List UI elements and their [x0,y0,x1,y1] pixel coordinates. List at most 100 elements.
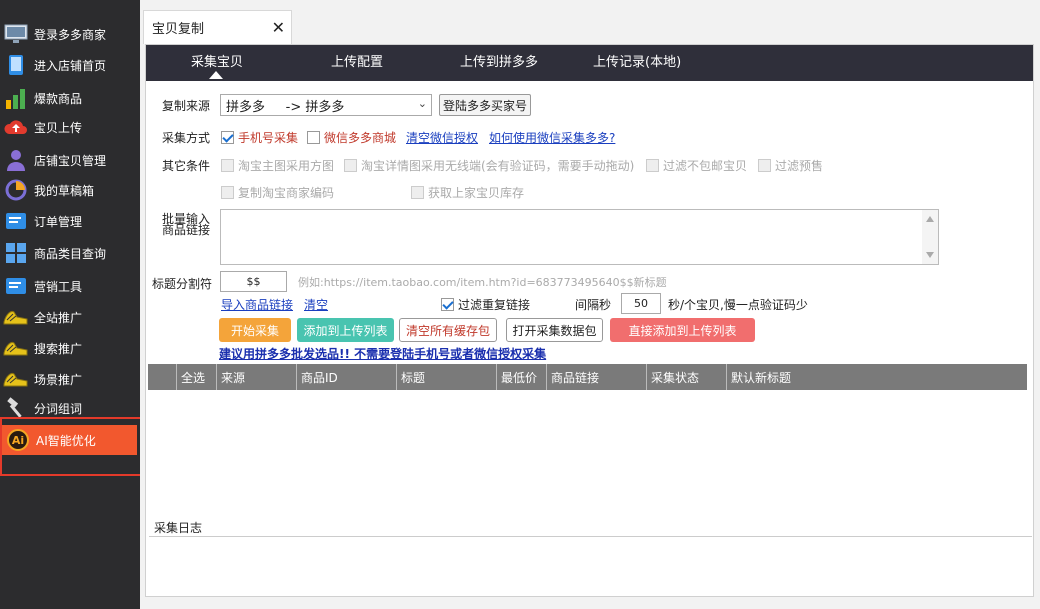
login-buyer-button[interactable]: 登陆多多买家号 [439,94,531,116]
filter-no-free-shipping-checkbox[interactable]: 过滤不包邮宝贝 [646,157,747,174]
source-select[interactable]: 拼多多 -> 拼多多 ⌄ [220,94,432,116]
sidebar-item-label: AI智能优化 [36,433,96,448]
header-select-all[interactable]: 全选 [176,364,216,390]
tab-title: 宝贝复制 [152,22,205,37]
interval-note: 秒/个宝贝,慢一点验证码少 [668,298,808,312]
cloud-upload-icon [3,114,29,140]
scrollbar[interactable] [922,210,938,264]
interval-input[interactable]: 50 [621,293,661,314]
header-source[interactable]: 来源 [216,364,296,390]
header-min-price[interactable]: 最低价 [496,364,546,390]
sidebar-item-label: 商品类目查询 [34,246,107,261]
sidebar-item-label: 爆款商品 [34,91,83,106]
phone-collect-checkbox[interactable]: 手机号采集 [221,129,298,146]
document-icon [3,273,29,299]
batch-links-textarea[interactable] [220,209,939,265]
hammer-icon [3,395,29,421]
header-default-title[interactable]: 默认新标题 [726,364,1027,390]
checkbox-box [411,186,424,199]
wechat-collect-checkbox[interactable]: 微信多多商城 [307,129,396,146]
close-icon[interactable]: ✕ [272,18,285,37]
sidebar-item-site-promo[interactable]: 全站推广 [0,302,140,332]
sidebar-item-hot-products[interactable]: 爆款商品 [0,83,140,113]
import-links-link[interactable]: 导入商品链接 [221,296,293,313]
wireless-detail-label: 淘宝详情图采用无线端(会有验证码，需要手动拖动) [361,159,635,173]
method-label: 采集方式 [162,131,211,145]
sidebar-item-shop-home[interactable]: 进入店铺首页 [0,50,140,80]
copy-merchant-code-checkbox[interactable]: 复制淘宝商家编码 [221,184,334,201]
clear-links-link[interactable]: 清空 [304,296,328,313]
sidebar-item-login[interactable]: 登录多多商家 [0,19,140,49]
interval-label: 间隔秒 [575,298,612,312]
start-collect-button[interactable]: 开始采集 [219,318,291,342]
document-icon [3,208,29,234]
sidebar-item-label: 进入店铺首页 [34,58,107,73]
checkbox-box [221,159,234,172]
header-blank [148,364,176,390]
grid-icon [3,240,29,266]
sidebar-item-upload[interactable]: 宝贝上传 [0,112,140,142]
sidebar-item-label: 店铺宝贝管理 [34,153,107,168]
sidebar-item-orders[interactable]: 订单管理 [0,206,140,236]
other-conditions-label: 其它条件 [162,159,211,173]
clear-wechat-auth-link[interactable]: 清空微信授权 [406,129,478,146]
direct-add-upload-button[interactable]: 直接添加到上传列表 [610,318,755,342]
get-stock-checkbox[interactable]: 获取上家宝贝库存 [411,184,524,201]
checkbox-box [307,131,320,144]
header-title[interactable]: 标题 [396,364,496,390]
sneaker-icon [3,335,29,361]
clear-cache-button[interactable]: 清空所有缓存包 [399,318,497,342]
filter-duplicate-label: 过滤重复链接 [458,298,531,312]
filter-no-free-shipping-label: 过滤不包邮宝贝 [663,159,748,173]
bar-chart-icon [3,85,29,111]
title-separator-label: 标题分割符 [152,277,213,291]
header-product-link[interactable]: 商品链接 [546,364,646,390]
filter-duplicate-checkbox[interactable]: 过滤重复链接 [441,296,530,313]
sidebar-item-shop-manage[interactable]: 店铺宝贝管理 [0,145,140,175]
chevron-down-icon: ⌄ [417,97,427,110]
sidebar-item-marketing[interactable]: 营销工具 [0,271,140,301]
collect-log-label: 采集日志 [154,521,203,535]
header-product-id[interactable]: 商品ID [296,364,396,390]
square-image-checkbox[interactable]: 淘宝主图采用方图 [221,157,334,174]
sidebar-item-drafts[interactable]: 我的草稿箱 [0,175,140,205]
title-separator-input[interactable]: $$ [220,271,287,292]
sidebar-item-scene-promo[interactable]: 场景推广 [0,364,140,394]
sub-tab-bar: 采集宝贝 上传配置 上传到拼多多 上传记录(本地) [146,45,1033,81]
filter-presale-checkbox[interactable]: 过滤预售 [758,157,823,174]
user-icon [3,147,29,173]
sidebar: 登录多多商家 进入店铺首页 爆款商品 宝贝上传 店铺宝贝管理 我的草稿箱 订单管… [0,0,140,609]
main-area: 宝贝复制 ✕ 采集宝贝 上传配置 上传到拼多多 上传记录(本地) 复制来源 拼多… [140,0,1040,609]
sneaker-icon [3,366,29,392]
tab-copy-products[interactable]: 宝贝复制 ✕ [143,10,292,44]
wechat-collect-label: 微信多多商城 [324,131,397,145]
checkbox-box [221,131,234,144]
header-collect-status[interactable]: 采集状态 [646,364,726,390]
ai-icon: Ai [5,427,31,453]
subtab-upload-config[interactable]: 上传配置 [331,51,383,70]
sidebar-item-label: 分词组词 [34,401,83,416]
checkbox-box [758,159,771,172]
wireless-detail-checkbox[interactable]: 淘宝详情图采用无线端(会有验证码，需要手动拖动) [344,157,634,174]
subtab-collect[interactable]: 采集宝贝 [191,51,243,70]
phone-icon [3,52,29,78]
add-to-upload-button[interactable]: 添加到上传列表 [297,318,394,342]
square-image-label: 淘宝主图采用方图 [238,159,335,173]
subtab-upload-pdd[interactable]: 上传到拼多多 [460,51,538,70]
sidebar-item-category[interactable]: 商品类目查询 [0,238,140,268]
sidebar-item-word-split[interactable]: 分词组词 [0,393,140,423]
table-header: 全选 来源 商品ID 标题 最低价 商品链接 采集状态 默认新标题 [148,364,1027,390]
separator-example: 例如:https://item.taobao.com/item.htm?id=6… [298,276,667,289]
tab-bar: 宝贝复制 ✕ [140,8,1040,44]
open-data-package-button[interactable]: 打开采集数据包 [506,318,603,342]
sidebar-item-search-promo[interactable]: 搜索推广 [0,333,140,363]
how-wechat-link[interactable]: 如何使用微信采集多多? [489,129,615,146]
sneaker-icon [3,304,29,330]
active-tab-indicator [209,71,223,79]
sidebar-item-label: 全站推广 [34,310,83,325]
subtab-upload-records[interactable]: 上传记录(本地) [593,51,681,70]
sidebar-item-ai-optimize[interactable]: Ai AI智能优化 [2,425,137,455]
wholesale-notice-link[interactable]: 建议用拼多多批发选品!! 不需要登陆手机号或者微信授权采集 [219,345,546,362]
pie-chart-icon [3,177,29,203]
checkbox-box [221,186,234,199]
